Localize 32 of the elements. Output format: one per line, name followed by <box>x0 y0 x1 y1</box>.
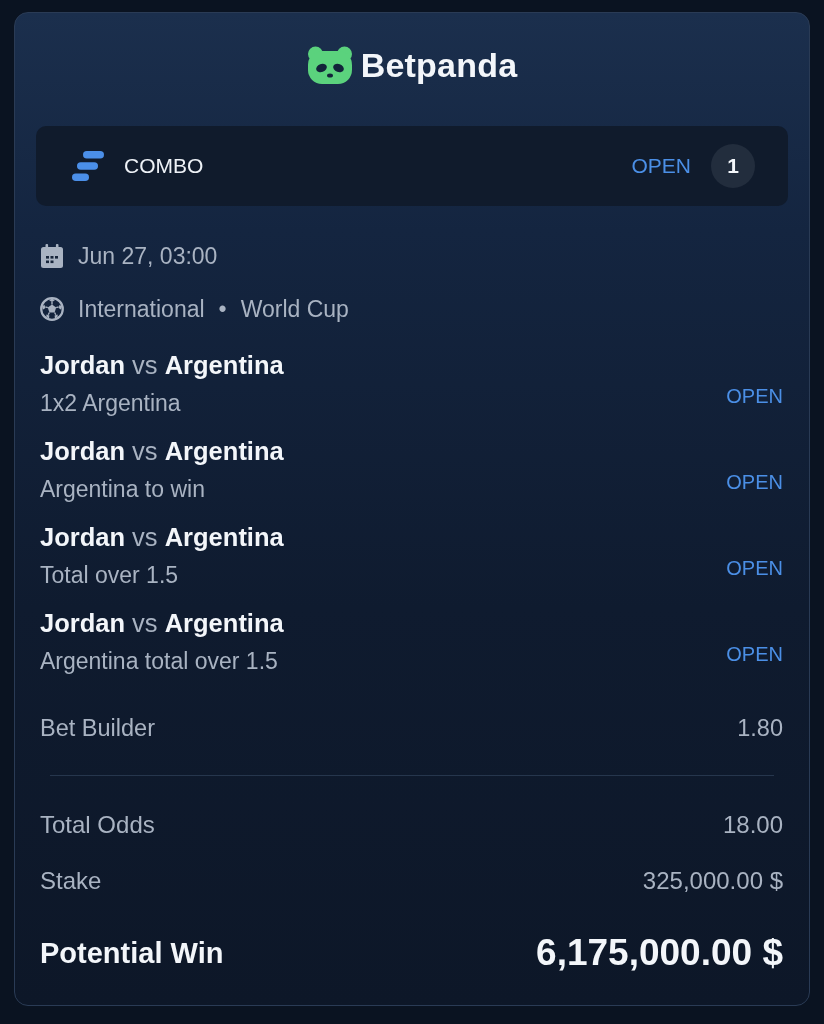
selection-status: OPEN <box>726 556 783 581</box>
selection-status: OPEN <box>726 384 783 409</box>
selection-status: OPEN <box>726 642 783 667</box>
market-label: Total over 1.5 <box>40 561 179 590</box>
bet-builder-label: Bet Builder <box>40 714 155 742</box>
bet-builder-odds: 1.80 <box>737 714 783 742</box>
bet-status-label: OPEN <box>631 154 691 178</box>
summary-label: Total Odds <box>40 811 155 839</box>
market-label: 1x2 Argentina <box>40 389 181 418</box>
calendar-icon <box>40 244 64 268</box>
event-tournament: World Cup <box>240 295 349 323</box>
event-date: Jun 27, 03:00 <box>78 242 218 270</box>
selection-status: OPEN <box>726 470 783 495</box>
stacked-bars-icon <box>72 151 104 181</box>
summary-value: 325,000.00 $ <box>642 867 783 895</box>
selection-count-badge: 1 <box>711 144 755 188</box>
match-title: Jordan vs Argentina <box>40 350 284 381</box>
match-title: Jordan vs Argentina <box>40 608 284 639</box>
brand-name: Betpanda <box>360 45 518 85</box>
market-label: Argentina total over 1.5 <box>40 647 278 676</box>
potential-win-label: Potential Win <box>40 936 224 970</box>
summary-label: Stake <box>40 867 102 895</box>
panda-logo-icon <box>306 46 353 84</box>
separator-dot: • <box>218 295 227 323</box>
match-title: Jordan vs Argentina <box>40 522 284 553</box>
potential-win-amount: 6,175,000.00 $ <box>536 932 783 974</box>
event-category: International <box>78 295 205 323</box>
bet-type-label: COMBO <box>124 154 205 178</box>
soccer-ball-icon <box>40 297 64 321</box>
match-title: Jordan vs Argentina <box>40 436 284 467</box>
summary-value: 18.00 <box>722 811 783 839</box>
market-label: Argentina to win <box>40 475 205 504</box>
